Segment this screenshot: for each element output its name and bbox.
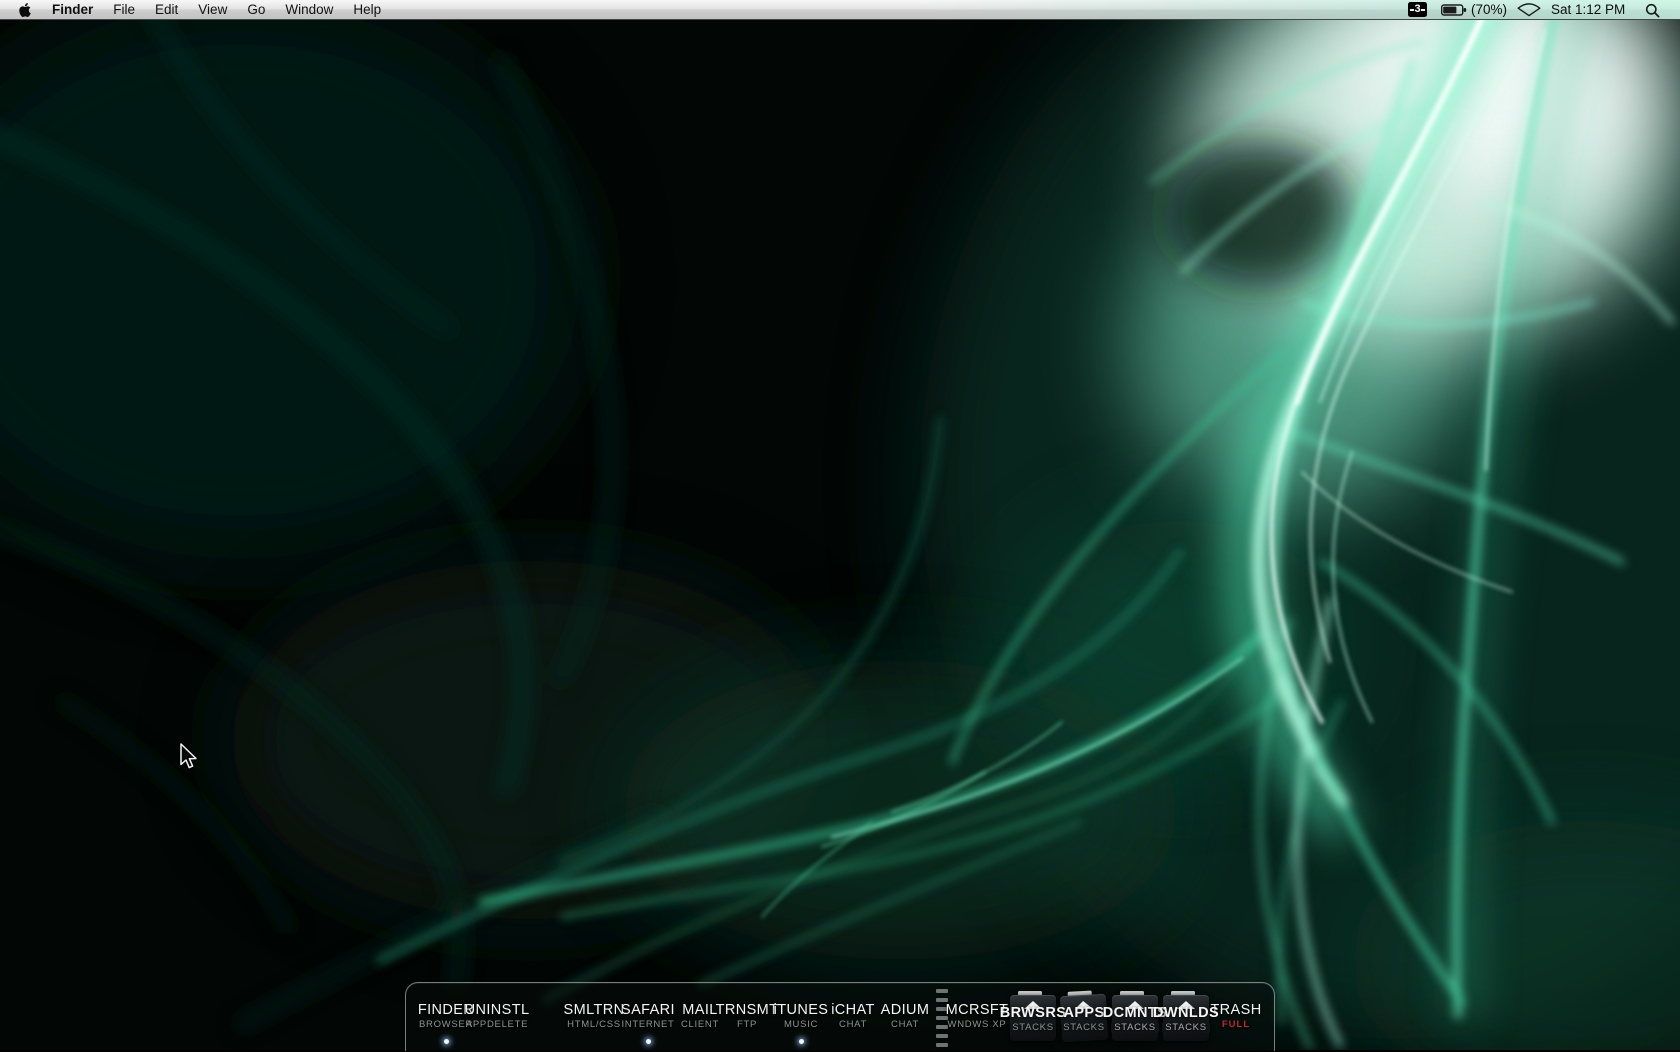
dock-item-uninstl[interactable]: UNINSTL APPDELETE	[445, 994, 549, 1046]
menu-bar: Finder File Edit View Go Window Help 3 (…	[0, 0, 1680, 20]
battery-icon[interactable]	[1441, 4, 1467, 16]
desktop-root: { "menubar": { "items": [ {"label": "Fin…	[0, 0, 1680, 1051]
desktop	[0, 0, 1680, 1050]
desktop-wallpaper	[0, 0, 1680, 1050]
wifi-icon[interactable]	[1515, 3, 1543, 17]
menu-bar-status: 3 (70%) Sat 1:12 PM	[0, 0, 1680, 19]
dock: FINDER BROWSER UNINSTL APPDELETE SMLTRN …	[405, 982, 1275, 1051]
dock-item-label: UNINSTL	[464, 1002, 530, 1018]
menu-bar-clock[interactable]: Sat 1:12 PM	[1551, 1, 1625, 18]
dock-item-sublabel: STACKS	[1162, 1022, 1210, 1033]
battery-percent-label: (70%)	[1471, 2, 1508, 17]
dock-item-label: DWNLDS	[1152, 1005, 1220, 1021]
spotlight-search-icon[interactable]	[1645, 3, 1660, 18]
spaces-indicator-badge[interactable]: 3	[1408, 2, 1427, 17]
dock-item-sublabel: APPDELETE	[465, 1019, 529, 1030]
cursor-pointer	[180, 743, 197, 769]
